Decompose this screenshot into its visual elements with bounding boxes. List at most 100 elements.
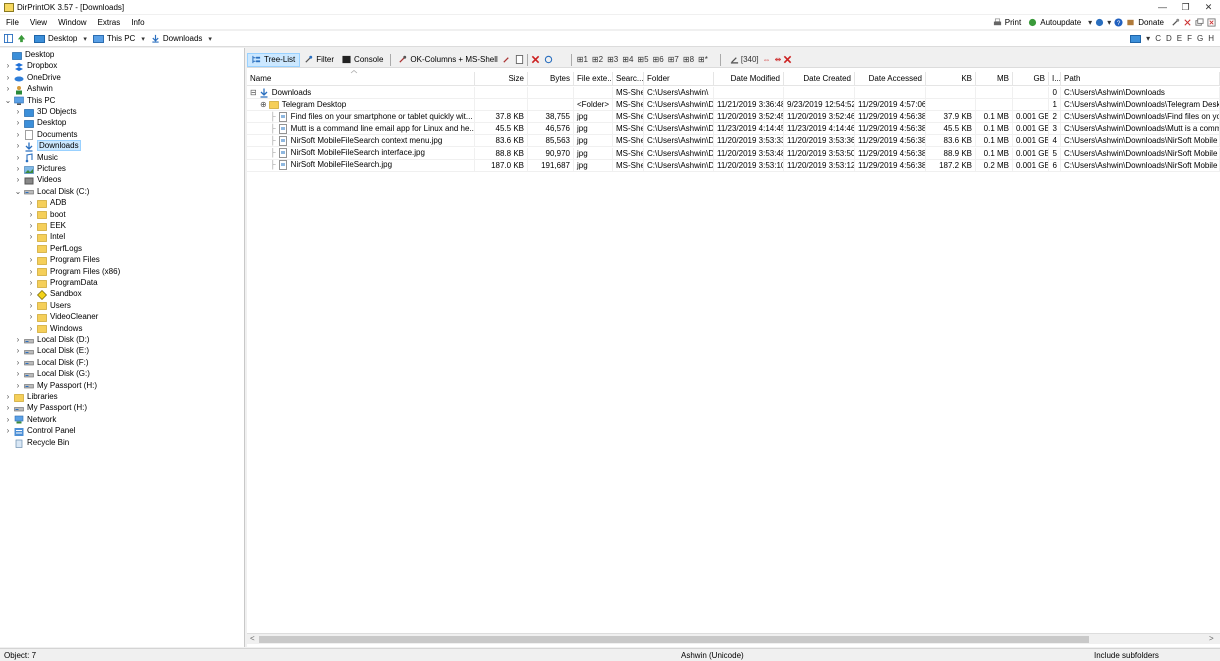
close-doc-icon[interactable] <box>1183 18 1192 27</box>
breadcrumb-desktop[interactable]: Desktop ▾ <box>34 34 87 43</box>
tree-item-documents[interactable]: › Documents <box>14 129 77 141</box>
chevron-right-icon[interactable]: › <box>14 369 22 378</box>
menu-extras[interactable]: Extras <box>92 18 126 27</box>
tree-item-sandbox[interactable]: › Sandbox <box>27 288 82 300</box>
remove-columns-icon[interactable] <box>783 55 792 64</box>
table-row[interactable]: ⊕Telegram Desktop<Folder>MS-ShellC:\User… <box>247 99 1220 112</box>
tree-item-this-pc[interactable]: ⌄ This PC <box>4 95 55 106</box>
chevron-right-icon[interactable]: › <box>14 335 22 344</box>
column-preset-5-icon[interactable]: ⊞5 <box>637 55 648 64</box>
tree-item-windows[interactable]: › Windows <box>27 323 82 334</box>
column-header-size[interactable]: Size <box>475 72 528 86</box>
column-header-created[interactable]: Date Created <box>784 72 855 86</box>
tree-item-local-disk-c[interactable]: ⌄ Local Disk (C:) <box>14 186 90 197</box>
chevron-right-icon[interactable]: › <box>27 312 35 321</box>
chevron-down-icon[interactable]: ▾ <box>208 35 212 43</box>
chevron-down-icon[interactable]: ⌄ <box>14 187 22 196</box>
column-header-idx[interactable]: I... <box>1049 72 1061 86</box>
table-row[interactable]: ├ NirSoft MobileFileSearch.jpg 187.0 KB 191… <box>247 159 1220 172</box>
donate-icon[interactable] <box>1126 18 1135 27</box>
chevron-right-icon[interactable]: › <box>14 164 22 173</box>
column-preset-3-icon[interactable]: ⊞3 <box>607 55 618 64</box>
chevron-right-icon[interactable]: › <box>4 426 12 435</box>
ok-columns-button[interactable]: OK-Columns + MS-Shell <box>394 53 501 67</box>
chevron-down-icon[interactable]: ⌄ <box>4 96 12 105</box>
table-row[interactable]: ├ NirSoft MobileFileSearch context menu.j… <box>247 135 1220 148</box>
column-header-bytes[interactable]: Bytes <box>528 72 574 86</box>
autoupdate-dropdown-icon[interactable]: ▾ <box>1088 18 1092 27</box>
chevron-right-icon[interactable]: › <box>4 61 12 70</box>
drive-g-button[interactable]: G <box>1197 34 1203 43</box>
chevron-right-icon[interactable]: › <box>4 392 12 401</box>
column-preset-2-icon[interactable]: ⊞2 <box>592 55 603 64</box>
column-width-icon[interactable]: ⇹ <box>775 55 782 64</box>
breadcrumb-this-pc[interactable]: This PC ▾ <box>92 34 145 43</box>
delete-icon[interactable] <box>531 55 540 64</box>
tree-item-local-disk-f[interactable]: › Local Disk (F:) <box>14 357 89 368</box>
tree-item-desktop[interactable]: Desktop <box>2 49 54 60</box>
column-header-path[interactable]: Path <box>1061 72 1220 86</box>
column-header-kb[interactable]: KB <box>926 72 976 86</box>
chevron-right-icon[interactable]: › <box>4 403 12 412</box>
tree-item-program-files[interactable]: › Program Files <box>27 254 100 265</box>
tree-item-local-disk-d[interactable]: › Local Disk (D:) <box>14 334 90 345</box>
move-columns-icon[interactable]: ⇔ <box>763 55 771 64</box>
autoupdate-icon[interactable] <box>1028 18 1037 27</box>
column-header-accessed[interactable]: Date Accessed <box>855 72 926 86</box>
drive-e-button[interactable]: E <box>1177 34 1182 43</box>
chevron-right-icon[interactable]: › <box>4 415 12 424</box>
column-header-modified[interactable]: Date Modified <box>714 72 784 86</box>
tree-item-dropbox[interactable]: › Dropbox <box>4 60 57 71</box>
tree-item-videos[interactable]: › Videos <box>14 174 61 185</box>
tree-item-onedrive[interactable]: › OneDrive <box>4 72 61 83</box>
chevron-right-icon[interactable]: › <box>27 198 35 207</box>
help-icon[interactable]: ? <box>1114 17 1123 27</box>
chevron-right-icon[interactable]: › <box>27 278 35 287</box>
chevron-down-icon[interactable]: ▾ <box>141 35 145 43</box>
filter-button[interactable]: Filter <box>300 53 338 67</box>
horizontal-scrollbar[interactable]: < > <box>247 633 1220 644</box>
collapse-icon[interactable]: ⊟ <box>250 87 257 98</box>
globe-icon[interactable] <box>1095 18 1104 27</box>
scroll-left-icon[interactable]: < <box>250 634 255 643</box>
drive-c-button[interactable]: C <box>1155 34 1161 43</box>
column-header-folder[interactable]: Folder <box>644 72 714 86</box>
tree-item-intel[interactable]: › Intel <box>27 231 65 242</box>
chevron-right-icon[interactable]: › <box>14 358 22 367</box>
tree-item-control-panel[interactable]: › Control Panel <box>4 425 75 436</box>
tree-item-ashwin[interactable]: › Ashwin <box>4 83 53 95</box>
autoupdate-button[interactable]: Autoupdate <box>1040 18 1081 27</box>
menu-file[interactable]: File <box>0 18 24 27</box>
language-dropdown-icon[interactable]: ▾ <box>1107 18 1111 27</box>
expand-icon[interactable]: ⊕ <box>260 99 267 110</box>
donate-button[interactable]: Donate <box>1138 18 1164 27</box>
tree-item-programdata[interactable]: › ProgramData <box>27 277 98 288</box>
chevron-right-icon[interactable]: › <box>14 175 22 184</box>
column-preset-6-icon[interactable]: ⊞6 <box>653 55 664 64</box>
tree-item-boot[interactable]: › boot <box>27 209 66 220</box>
chevron-right-icon[interactable]: › <box>14 107 22 116</box>
chevron-right-icon[interactable]: › <box>14 141 22 150</box>
chevron-right-icon[interactable]: › <box>4 84 12 93</box>
chevron-right-icon[interactable]: › <box>27 324 35 333</box>
tree-item-libraries[interactable]: › Libraries <box>4 391 58 402</box>
drive-d-button[interactable]: D <box>1166 34 1172 43</box>
tree-item-desktop[interactable]: › Desktop <box>14 117 66 128</box>
column-header-search[interactable]: Searc... <box>613 72 644 86</box>
column-preset-4-icon[interactable]: ⊞4 <box>622 55 633 64</box>
breadcrumb-downloads[interactable]: Downloads ▾ <box>151 34 212 43</box>
column-preset-custom-icon[interactable]: ⊞* <box>698 55 708 64</box>
tree-item-users[interactable]: › Users <box>27 300 71 311</box>
chevron-right-icon[interactable]: › <box>27 255 35 264</box>
close-button[interactable]: ✕ <box>1197 2 1220 13</box>
tree-item-adb[interactable]: › ADB <box>27 197 66 208</box>
chevron-right-icon[interactable]: › <box>14 346 22 355</box>
chevron-right-icon[interactable]: › <box>14 118 22 127</box>
view-mode-icon[interactable] <box>1130 34 1142 43</box>
tree-item-music[interactable]: › Music <box>14 152 58 163</box>
chevron-right-icon[interactable]: › <box>27 301 35 310</box>
tools-icon[interactable] <box>1171 18 1180 27</box>
chevron-right-icon[interactable]: › <box>27 221 35 230</box>
console-button[interactable]: Console <box>338 53 387 67</box>
refresh-icon[interactable] <box>544 55 553 64</box>
